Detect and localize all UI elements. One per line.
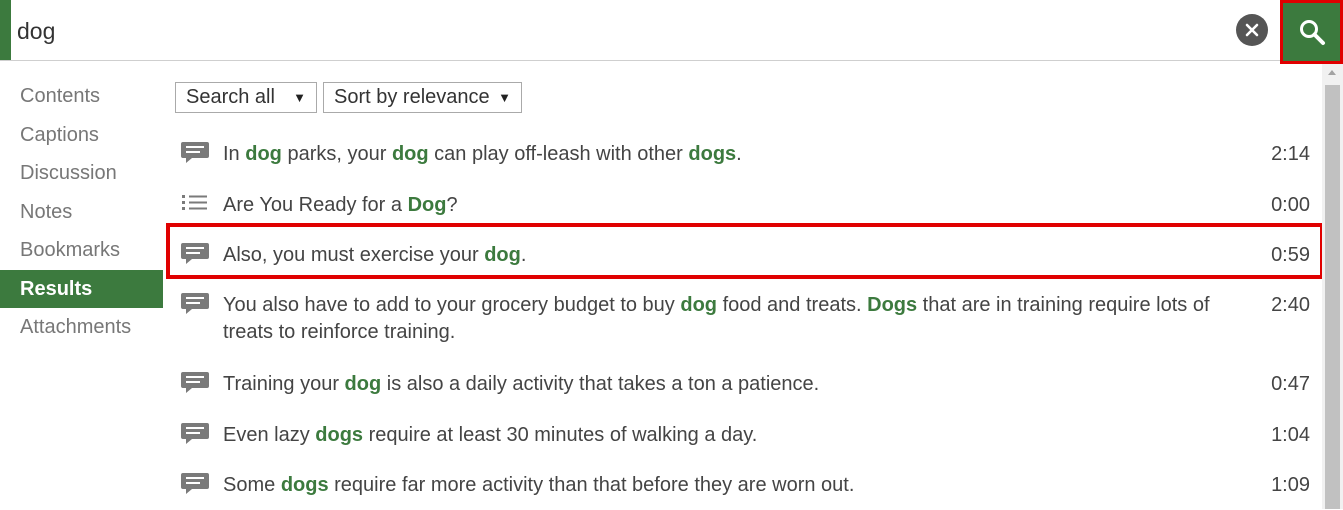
- speech-bubble-icon: [180, 371, 210, 397]
- sort-select[interactable]: Sort by relevance ▼: [323, 82, 522, 113]
- result-timestamp: 2:14: [1271, 143, 1310, 165]
- scroll-up-arrow-icon[interactable]: [1328, 70, 1336, 75]
- result-text-segment: In: [223, 143, 246, 165]
- search-match: Dogs: [867, 294, 918, 316]
- result-item[interactable]: Some dogs require far more activity than…: [170, 464, 1320, 510]
- result-text: Some dogs require far more activity than…: [223, 472, 1248, 499]
- search-match: dog: [245, 143, 282, 165]
- search-match: dog: [680, 294, 718, 316]
- result-item[interactable]: Even lazy dogs require at least 30 minut…: [170, 414, 1320, 460]
- result-text: Training your dog is also a daily activi…: [223, 371, 1248, 398]
- close-icon: [1245, 23, 1259, 37]
- result-timestamp: 1:04: [1271, 424, 1310, 446]
- scrollbar-thumb[interactable]: [1325, 85, 1340, 509]
- search-button[interactable]: [1280, 0, 1343, 64]
- search-match: dogs: [688, 143, 737, 165]
- result-text: In dog parks, your dog can play off-leas…: [223, 141, 1248, 168]
- list-icon: [180, 192, 210, 218]
- result-timestamp: 2:40: [1271, 294, 1310, 316]
- result-text-segment: ?: [446, 194, 458, 216]
- result-text-segment: can play off-leash with other: [428, 143, 689, 165]
- dropdown-arrow-icon: ▼: [293, 90, 306, 105]
- search-match: dog: [484, 244, 521, 266]
- result-text-segment: Are You Ready for a: [223, 194, 408, 216]
- search-match: dogs: [280, 474, 329, 496]
- speech-bubble-icon: [180, 292, 210, 318]
- sidebar-item-contents[interactable]: Contents: [0, 77, 163, 116]
- speech-bubble-icon: [180, 472, 210, 498]
- search-match: Dog: [407, 194, 447, 216]
- dropdown-arrow-icon: ▼: [498, 90, 511, 105]
- result-text-segment: Even lazy: [223, 424, 316, 446]
- result-text: Are You Ready for a Dog?: [223, 192, 1248, 219]
- search-bar-accent: [0, 0, 11, 60]
- result-item[interactable]: Are You Ready for a Dog? 0:00: [170, 184, 1320, 230]
- search-match: dogs: [315, 424, 364, 446]
- result-item[interactable]: You also have to add to your grocery bud…: [170, 284, 1320, 355]
- result-text-segment: Training your: [223, 373, 345, 395]
- result-text: Also, you must exercise your dog.: [223, 242, 1248, 269]
- sidebar: Contents Captions Discussion Notes Bookm…: [0, 77, 163, 347]
- search-bar: [0, 0, 1343, 61]
- result-text-segment: parks, your: [281, 143, 392, 165]
- sidebar-item-bookmarks[interactable]: Bookmarks: [0, 231, 163, 270]
- result-text-segment: Some: [223, 474, 281, 496]
- result-text-segment: food and treats.: [717, 294, 868, 316]
- result-item[interactable]: Training your dog is also a daily activi…: [170, 363, 1320, 409]
- result-timestamp: 0:47: [1271, 373, 1310, 395]
- result-text-segment: require far more activity than that befo…: [328, 474, 855, 496]
- sidebar-item-attachments[interactable]: Attachments: [0, 308, 163, 347]
- result-timestamp: 0:59: [1271, 244, 1310, 266]
- search-input[interactable]: [17, 10, 1217, 52]
- result-timestamp: 1:09: [1271, 474, 1310, 496]
- sidebar-item-results[interactable]: Results: [0, 269, 163, 308]
- search-scope-select[interactable]: Search all ▼: [175, 82, 317, 113]
- search-icon: [1299, 20, 1325, 45]
- result-text-segment: .: [520, 244, 527, 266]
- scrollbar[interactable]: [1322, 64, 1343, 509]
- speech-bubble-icon: [180, 422, 210, 448]
- result-text: Even lazy dogs require at least 30 minut…: [223, 422, 1248, 449]
- sidebar-item-notes[interactable]: Notes: [0, 193, 163, 232]
- result-text: You also have to add to your grocery bud…: [223, 292, 1248, 346]
- result-text-segment: Also, you must exercise your: [223, 244, 485, 266]
- result-text-segment: require at least 30 minutes of walking a…: [363, 424, 758, 446]
- result-text-segment: is also a daily activity that takes a to…: [381, 373, 820, 395]
- result-item[interactable]: Also, you must exercise your dog. 0:59: [166, 223, 1324, 279]
- search-scope-value: Search all: [186, 86, 275, 108]
- speech-bubble-icon: [180, 242, 210, 268]
- result-item[interactable]: In dog parks, your dog can play off-leas…: [170, 133, 1320, 179]
- speech-bubble-icon: [180, 141, 210, 167]
- result-text-segment: .: [736, 143, 742, 165]
- sidebar-item-captions[interactable]: Captions: [0, 116, 163, 155]
- result-timestamp: 0:00: [1271, 194, 1310, 216]
- search-match: dog: [344, 373, 382, 395]
- sidebar-item-discussion[interactable]: Discussion: [0, 154, 163, 193]
- clear-search-button[interactable]: [1236, 14, 1268, 46]
- search-match: dog: [391, 143, 429, 165]
- sort-value: Sort by relevance: [334, 86, 490, 108]
- result-text-segment: You also have to add to your grocery bud…: [223, 294, 681, 316]
